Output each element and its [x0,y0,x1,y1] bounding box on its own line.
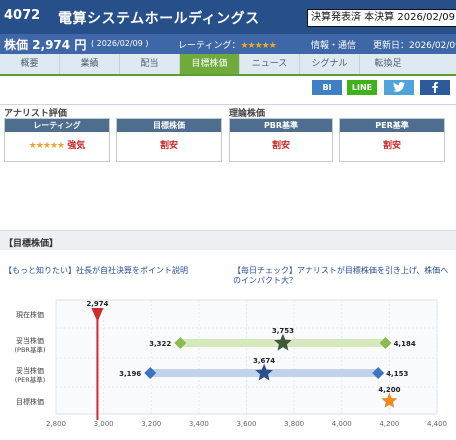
x-tick-label: 3,400 [189,420,209,428]
rating-value-text: 強気 [67,141,86,151]
rating-label-text: レーティング： [178,41,241,51]
bi-share-button[interactable]: BI [312,80,342,95]
range-mid-label: 3,674 [253,357,275,365]
target-price-section-title: 【目標株価】 [4,239,59,249]
per-box: PER基準 割安 [339,118,445,162]
x-tick-label: 3,000 [94,420,114,428]
target-price-chart: 2,800 3,000 3,200 3,400 3,600 3,800 4,000 4,200… [15,299,447,428]
range-mid-label: 3,753 [272,327,294,335]
row-sublabel: (PER基準) [15,375,46,384]
line-share-button[interactable]: LINE [347,80,377,95]
rating-label: レーティング：★★★★★ [178,38,277,51]
range-low-label: 3,322 [149,340,171,348]
target-box-header: 目標株価 [117,119,221,132]
rating-stars-icon: ★★★★★ [240,41,276,51]
current-price-label: 2,974 [86,300,108,308]
row-label: 現在株価 [16,310,44,319]
target-price-label: 4,200 [378,386,400,394]
target-price-section-header: 【目標株価】 [0,230,456,250]
row-label: 妥当株価 [16,336,44,345]
ceo-explanation-link[interactable]: 【もっと知りたい】社長が自社決算をポイント説明 [4,266,224,276]
stock-code: 4072 [4,8,41,23]
header-bar: 4072 電算システムホールディングス 決算発表済 本決算 2026/02/09 [0,0,456,34]
price-bar: 株価 2,974 円 ( 2026/02/09 ) レーティング：★★★★★ 情… [0,34,456,54]
pbr-box-header: PBR基準 [230,119,332,132]
per-box-value: 割安 [382,141,401,151]
per-box-header: PER基準 [340,119,444,132]
updated-date: 更新日：2026/02/09 [373,41,456,51]
tab-signal[interactable]: シグナル [300,54,360,74]
range-high-label: 4,184 [394,340,416,348]
pbr-box: PBR基準 割安 [229,118,333,162]
tab-dividend[interactable]: 配当 [120,54,180,74]
range-low-label: 3,196 [119,370,141,378]
range-high-label: 4,153 [386,370,408,378]
target-box: 目標株価 割安 [116,118,222,162]
pbr-box-value: 割安 [271,141,290,151]
tab-overview[interactable]: 概要 [0,54,60,74]
x-tick-label: 4,400 [427,420,447,428]
twitter-share-button[interactable] [384,80,414,95]
tab-earnings[interactable]: 業績 [60,54,120,74]
sector-label[interactable]: 情報・通信 [311,38,356,51]
rating-box-value: ★★★★★ 強気 [5,132,109,161]
facebook-f-icon [432,82,438,93]
rating-box: レーティング ★★★★★ 強気 [4,118,110,162]
rating-box-header: レーティング [5,119,109,132]
x-tick-label: 3,200 [141,420,161,428]
target-box-value: 割安 [159,141,178,151]
x-tick-label: 4,200 [379,420,399,428]
price-date: ( 2026/02/09 ) [91,39,149,48]
twitter-bird-icon [393,82,405,92]
x-tick-label: 2,800 [46,420,66,428]
facebook-share-button[interactable] [420,80,450,95]
stock-price: 株価 2,974 円 [4,38,87,52]
x-tick-label: 4,000 [332,420,352,428]
rating-star-icons: ★★★★★ [28,141,65,151]
tab-news[interactable]: ニュース [240,54,300,74]
row-sublabel: (PBR基準) [15,345,46,354]
tab-bar: 概要 業績 配当 目標株価 ニュース シグナル 転換足 [0,54,456,76]
x-tick-label: 3,800 [284,420,304,428]
tab-reversal[interactable]: 転換足 [360,54,416,74]
tab-target-price[interactable]: 目標株価 [180,54,240,74]
earnings-status-badge: 決算発表済 本決算 2026/02/09 [307,9,456,27]
x-tick-label: 3,600 [236,420,256,428]
company-name: 電算システムホールディングス [58,11,260,27]
row-label: 妥当株価 [16,366,44,375]
analyst-upgrade-link[interactable]: 【毎日チェック】アナリストが目標株価を引き上げ、株価へのインパクト大？ [233,266,451,286]
row-label: 目標株価 [16,397,44,406]
section-divider [0,104,456,105]
